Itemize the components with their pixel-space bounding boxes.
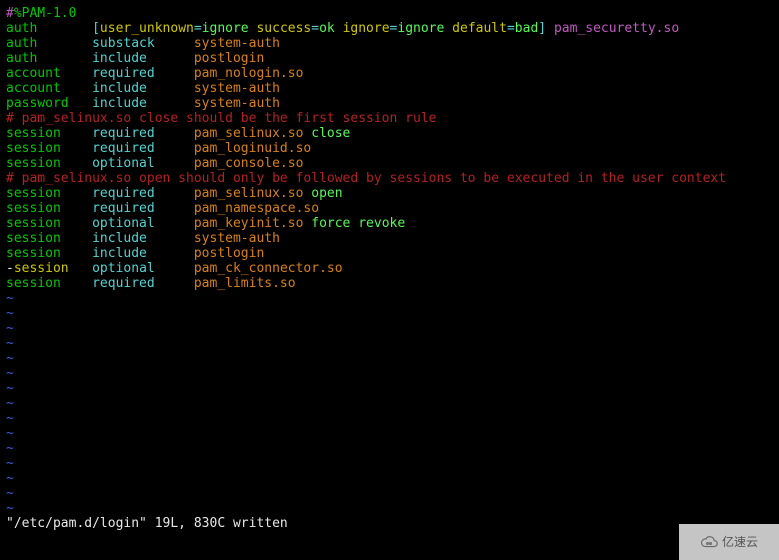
vim-terminal[interactable]: #%PAM-1.0 auth [user_unknown=ignore succ…	[0, 0, 779, 531]
cloud-icon	[700, 533, 718, 551]
watermark: 亿速云	[679, 524, 779, 560]
watermark-text: 亿速云	[722, 536, 758, 548]
